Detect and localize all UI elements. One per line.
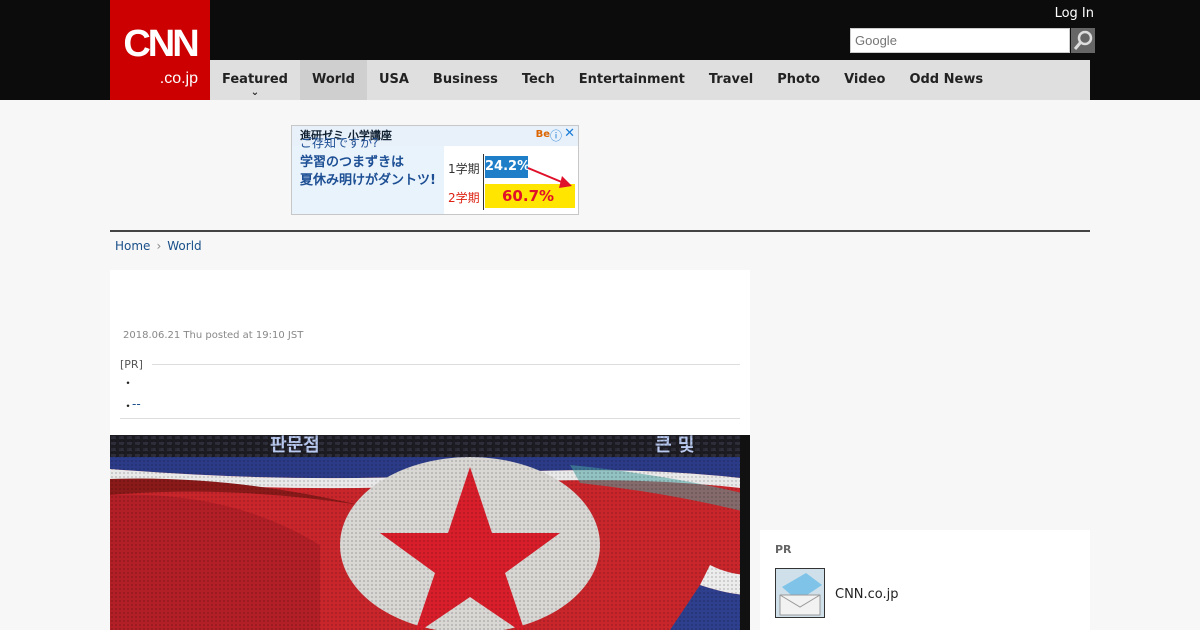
pr-bottom-divider bbox=[120, 418, 740, 419]
nav-video[interactable]: Video bbox=[832, 60, 897, 100]
breadcrumb: Home › World bbox=[115, 238, 202, 254]
ad-chart-axis bbox=[483, 154, 484, 210]
breadcrumb-current[interactable]: World bbox=[167, 238, 201, 254]
sidebar-pr-widget: PR CNN.co.jp bbox=[760, 530, 1090, 630]
chevron-right-icon: › bbox=[156, 239, 162, 253]
nav-odd-news[interactable]: Odd News bbox=[897, 60, 995, 100]
search-box[interactable] bbox=[850, 28, 1070, 53]
close-icon[interactable]: ✕ bbox=[564, 126, 575, 141]
nav-business[interactable]: Business bbox=[421, 60, 510, 100]
nav-world[interactable]: World bbox=[299, 60, 367, 100]
pr-link[interactable]: -- bbox=[132, 397, 141, 411]
pr-divider bbox=[152, 364, 740, 365]
arrow-icon bbox=[527, 167, 572, 188]
sidebar-pr-label: PR bbox=[775, 543, 792, 556]
ad-logo: Be bbox=[535, 129, 550, 140]
nav-entertainment[interactable]: Entertainment bbox=[567, 60, 697, 100]
sidebar-item-link[interactable]: CNN.co.jp bbox=[835, 587, 899, 602]
nav-photo[interactable]: Photo bbox=[765, 60, 832, 100]
info-icon[interactable]: ⓘ bbox=[550, 127, 562, 144]
banner-ad[interactable]: 進研ゼミ 小学講座 Be ⓘ ✕ ご存知ですか? 学習のつまずきは 夏休み明けが… bbox=[291, 125, 579, 215]
article-date: 2018.06.21 Thu posted at 19:10 JST bbox=[123, 330, 304, 341]
flag-mosaic-image: 판문점 큰 및 bbox=[110, 435, 750, 630]
ad-line-3: 夏休み明けがダントツ! bbox=[300, 173, 436, 188]
pr-tag: [PR] bbox=[120, 358, 143, 371]
login-link[interactable]: Log In bbox=[1055, 6, 1094, 22]
ad-term1-value: 24.2% bbox=[485, 159, 531, 174]
ad-line-2: 学習のつまずきは bbox=[300, 155, 405, 170]
nav-usa[interactable]: USA bbox=[367, 60, 421, 100]
main-nav: Featured ⌄ World USA Business Tech Enter… bbox=[210, 60, 1090, 100]
cnn-logo[interactable]: CNN .co.jp bbox=[110, 0, 210, 100]
section-divider bbox=[110, 230, 1090, 232]
envelope-icon bbox=[776, 569, 824, 617]
search-icon bbox=[1073, 30, 1093, 50]
pr-thumbnail[interactable] bbox=[775, 568, 825, 618]
search-button[interactable] bbox=[1071, 28, 1095, 53]
article-photo: 판문점 큰 및 bbox=[110, 435, 750, 630]
logo-main-text: CNN bbox=[123, 23, 199, 65]
nav-featured-label: Featured bbox=[222, 72, 288, 87]
nav-travel[interactable]: Travel bbox=[697, 60, 765, 100]
chevron-down-icon: ⌄ bbox=[250, 87, 260, 98]
ad-term1-label: 1学期 bbox=[448, 162, 480, 176]
breadcrumb-home[interactable]: Home bbox=[115, 238, 150, 254]
bullet-1: ・ bbox=[122, 376, 135, 390]
logo-sub-text: .co.jp bbox=[159, 70, 198, 87]
ad-question: ご存知ですか? bbox=[300, 136, 379, 150]
search-input[interactable] bbox=[851, 29, 1069, 52]
nav-featured[interactable]: Featured ⌄ bbox=[210, 60, 300, 100]
nav-tech[interactable]: Tech bbox=[510, 60, 567, 100]
ad-term2-label: 2学期 bbox=[448, 191, 480, 205]
